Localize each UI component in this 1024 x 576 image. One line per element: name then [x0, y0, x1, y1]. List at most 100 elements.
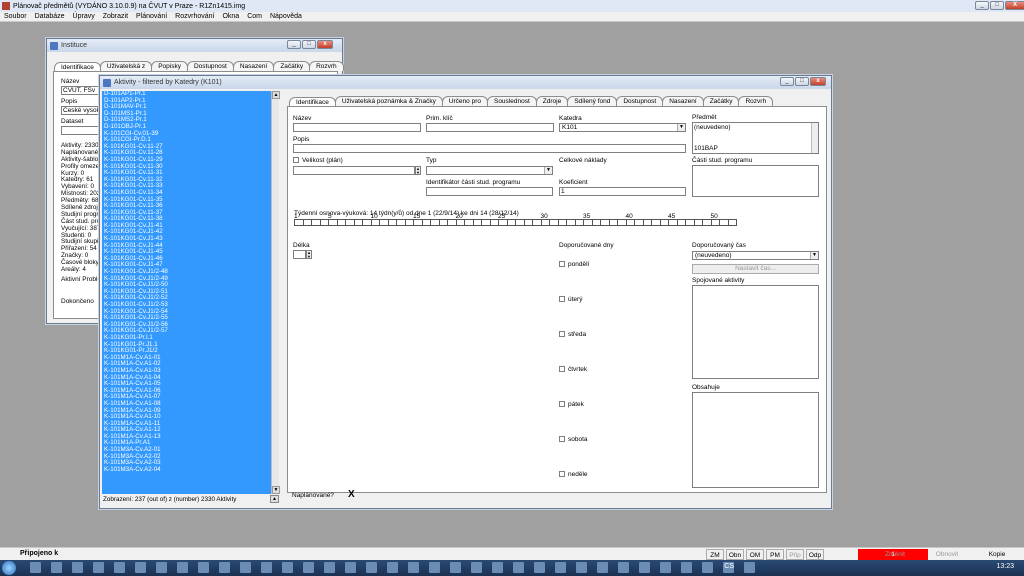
taskbar-app-icon[interactable] — [513, 562, 524, 573]
taskbar-app-icon[interactable] — [387, 562, 398, 573]
predmet-list[interactable]: (neuvedeno) 101BAP — [692, 122, 819, 154]
taskbar-app-icon[interactable] — [219, 562, 230, 573]
instituce-minimize-button[interactable]: _ — [287, 40, 301, 49]
menu-planovani[interactable]: Plánování — [132, 13, 171, 20]
tab-rozvrh[interactable]: Rozvrh — [309, 61, 344, 71]
tab-popisky[interactable]: Popisky — [151, 61, 188, 71]
close-button[interactable]: X — [1005, 1, 1024, 10]
taskbar-app-icon[interactable] — [156, 562, 167, 573]
nastavit-cas-button[interactable]: Nastavit čas... — [692, 264, 819, 274]
menu-rozvrhovani[interactable]: Rozvrhování — [171, 13, 218, 20]
taskbar-app-icon[interactable] — [744, 562, 755, 573]
day-checkbox[interactable] — [559, 401, 565, 407]
menu-soubor[interactable]: Soubor — [0, 13, 31, 20]
odp-button[interactable]: Odp — [806, 549, 824, 560]
katedra-select[interactable]: K101 ▼ — [559, 123, 686, 132]
aktivity-titlebar[interactable]: Aktivity - filtered by Katedry (K101) _ … — [100, 76, 831, 89]
language-indicator[interactable]: CS — [724, 563, 734, 570]
scroll-up-icon[interactable]: ▲ — [272, 91, 280, 99]
taskbar-app-icon[interactable] — [240, 562, 251, 573]
instituce-close-button[interactable]: x — [317, 40, 333, 49]
tab-zacatky[interactable]: Začátky — [702, 96, 740, 106]
taskbar-app-icon[interactable] — [30, 562, 41, 573]
tab-urceno-pro[interactable]: Určeno pro — [441, 96, 488, 106]
taskbar-app-icon[interactable] — [681, 562, 692, 573]
obsahuje-list[interactable] — [692, 392, 819, 488]
week-grid[interactable] — [294, 219, 737, 226]
taskbar-app-icon[interactable] — [303, 562, 314, 573]
taskbar-app-icon[interactable] — [576, 562, 587, 573]
taskbar-app-icon[interactable] — [639, 562, 650, 573]
taskbar-app-icon[interactable] — [261, 562, 272, 573]
day-checkbox[interactable] — [559, 436, 565, 442]
taskbar-app-icon[interactable] — [198, 562, 209, 573]
menu-upravy[interactable]: Úpravy — [69, 13, 99, 20]
minimize-button[interactable]: _ — [975, 1, 989, 10]
menu-zobrazit[interactable]: Zobrazit — [99, 13, 132, 20]
velikost-spinner[interactable]: ▲ ▼ — [415, 166, 421, 175]
taskbar-app-icon[interactable] — [177, 562, 188, 573]
prip-button[interactable]: Přip — [786, 549, 804, 560]
taskbar-app-icon[interactable] — [492, 562, 503, 573]
spojovane-aktivity-list[interactable] — [692, 285, 819, 379]
koeficient-input[interactable]: 1 — [559, 187, 686, 196]
day-checkbox[interactable] — [559, 261, 565, 267]
tab-uzivatelska-poznamka[interactable]: Uživatelská poznámka & Značky — [334, 96, 443, 106]
taskbar-app-icon[interactable] — [702, 562, 713, 573]
delka-input[interactable] — [293, 250, 306, 259]
week-cell[interactable] — [727, 219, 737, 226]
zmenit-button[interactable]: Změnit — [880, 549, 910, 560]
tab-sdileny-fond[interactable]: Sdílený fond — [567, 96, 618, 106]
list-toggle-button[interactable]: ▲ — [270, 495, 279, 503]
taskbar-app-icon[interactable] — [429, 562, 440, 573]
taskbar-app-icon[interactable] — [93, 562, 104, 573]
menu-okna[interactable]: Okna — [218, 13, 243, 20]
obn-button[interactable]: Obn — [726, 549, 744, 560]
predmet-item[interactable]: 101BAP — [694, 145, 718, 152]
nazev-input[interactable] — [293, 123, 421, 132]
taskbar-clock[interactable]: 13:23 — [996, 563, 1014, 570]
menu-napoveda[interactable]: Nápověda — [266, 13, 306, 20]
tab-rozvrh[interactable]: Rozvrh — [738, 96, 774, 106]
tab-nasazeni[interactable]: Nasazení — [662, 96, 704, 106]
day-checkbox[interactable] — [559, 471, 565, 477]
start-button[interactable] — [2, 561, 16, 575]
taskbar-app-icon[interactable] — [282, 562, 293, 573]
tab-dostupnost[interactable]: Dostupnost — [186, 61, 234, 71]
taskbar-app-icon[interactable] — [534, 562, 545, 573]
typ-select[interactable]: ▼ — [426, 166, 553, 175]
predmet-item[interactable]: (neuvedeno) — [694, 124, 731, 131]
activity-list-scrollbar[interactable]: ▲ ▼ — [271, 91, 280, 494]
predmet-scrollbar[interactable] — [811, 123, 818, 153]
aktivity-minimize-button[interactable]: _ — [780, 77, 794, 86]
taskbar-app-icon[interactable] — [51, 562, 62, 573]
casti-stud-list[interactable] — [692, 165, 819, 197]
identifikator-input[interactable] — [426, 187, 553, 196]
velikost-input[interactable] — [293, 166, 415, 175]
taskbar-app-icon[interactable] — [345, 562, 356, 573]
delka-spinner[interactable]: ▲ ▼ — [306, 250, 312, 259]
pm-button[interactable]: PM — [766, 549, 784, 560]
taskbar-app-icon[interactable] — [555, 562, 566, 573]
taskbar-app-icon[interactable] — [72, 562, 83, 573]
taskbar-app-icon[interactable] — [471, 562, 482, 573]
tab-dostupnost[interactable]: Dostupnost — [616, 96, 664, 106]
tab-uzivatelska[interactable]: Uživatelská z — [99, 61, 153, 71]
popis-input[interactable] — [293, 144, 686, 153]
taskbar-app-icon[interactable] — [135, 562, 146, 573]
taskbar-app-icon[interactable] — [366, 562, 377, 573]
taskbar-app-icon[interactable] — [114, 562, 125, 573]
taskbar-app-icon[interactable] — [618, 562, 629, 573]
menu-databaze[interactable]: Databáze — [31, 13, 69, 20]
taskbar-app-icon[interactable] — [408, 562, 419, 573]
day-checkbox[interactable] — [559, 331, 565, 337]
kopie-button[interactable]: Kopie — [980, 549, 1014, 560]
om-button[interactable]: OM — [746, 549, 764, 560]
aktivity-close-button[interactable]: x — [810, 77, 826, 86]
taskbar-app-icon[interactable] — [597, 562, 608, 573]
zm-button[interactable]: ZM — [706, 549, 724, 560]
scroll-down-icon[interactable]: ▼ — [272, 486, 280, 494]
taskbar-app-icon[interactable] — [660, 562, 671, 573]
day-checkbox[interactable] — [559, 366, 565, 372]
velikost-checkbox[interactable] — [293, 157, 299, 163]
